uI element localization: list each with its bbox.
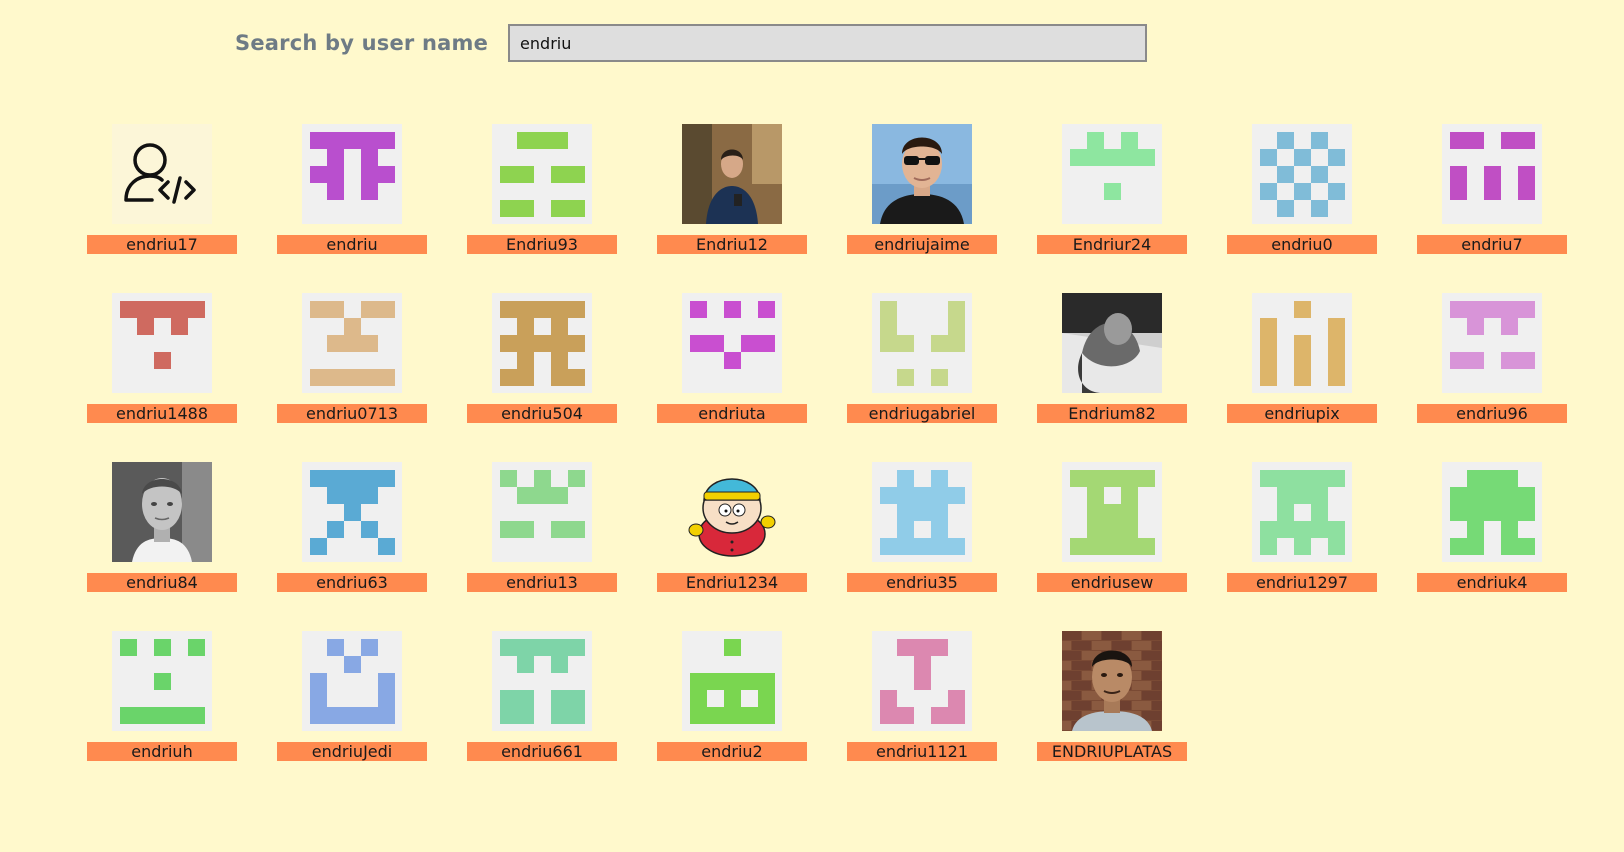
identicon-avatar[interactable] [492, 293, 592, 393]
user-card[interactable]: endriuh [87, 631, 237, 800]
user-name-label[interactable]: endriu2 [657, 742, 807, 761]
identicon-avatar[interactable] [492, 124, 592, 224]
identicon-avatar[interactable] [112, 293, 212, 393]
user-name-label[interactable]: Endriu1234 [657, 573, 807, 592]
identicon-avatar[interactable] [1442, 462, 1542, 562]
user-name-label[interactable]: endriu661 [467, 742, 617, 761]
user-name-label[interactable]: Endriur24 [1037, 235, 1187, 254]
user-card[interactable]: endriu1488 [87, 293, 237, 462]
user-name-label[interactable]: endriu1488 [87, 404, 237, 423]
user-card[interactable]: Endriur24 [1037, 124, 1187, 293]
user-card[interactable]: endriu0 [1227, 124, 1377, 293]
user-name-label[interactable]: endriu7 [1417, 235, 1567, 254]
user-code-icon[interactable] [112, 124, 212, 224]
photo-avatar[interactable] [872, 124, 972, 224]
user-name-label[interactable]: ENDRIUPLATAS [1037, 742, 1187, 761]
user-card[interactable]: endriu13 [467, 462, 617, 631]
user-card[interactable]: endriu0713 [277, 293, 427, 462]
user-name-label[interactable]: endriu17 [87, 235, 237, 254]
user-name-label[interactable]: endriu504 [467, 404, 617, 423]
user-name-label[interactable]: endriu0713 [277, 404, 427, 423]
user-name-label[interactable]: endriugabriel [847, 404, 997, 423]
identicon-avatar[interactable] [302, 124, 402, 224]
user-name-label[interactable]: endriuh [87, 742, 237, 761]
identicon-avatar[interactable] [1062, 124, 1162, 224]
user-card[interactable]: endriugabriel [847, 293, 997, 462]
user-name-label[interactable]: endriu35 [847, 573, 997, 592]
identicon-avatar[interactable] [302, 293, 402, 393]
user-name-label[interactable]: endriupix [1227, 404, 1377, 423]
user-name-label[interactable]: endriu84 [87, 573, 237, 592]
identicon-avatar[interactable] [872, 631, 972, 731]
user-grid: endriu17 endriu Endriu93 Endriu12 endriujaim… [87, 124, 1567, 800]
user-name-label[interactable]: endriu96 [1417, 404, 1567, 423]
search-label: Search by user name [235, 31, 489, 55]
user-card[interactable]: endriu7 [1417, 124, 1567, 293]
user-card[interactable]: endriu96 [1417, 293, 1567, 462]
identicon-avatar[interactable] [1062, 462, 1162, 562]
user-name-label[interactable]: endriu1297 [1227, 573, 1377, 592]
photo-avatar[interactable] [112, 462, 212, 562]
user-card[interactable]: endriusew [1037, 462, 1187, 631]
identicon-avatar[interactable] [872, 462, 972, 562]
user-name-label[interactable]: endriu1121 [847, 742, 997, 761]
identicon-avatar[interactable] [682, 631, 782, 731]
user-card[interactable]: endriuk4 [1417, 462, 1567, 631]
user-card[interactable]: Endriu93 [467, 124, 617, 293]
user-card[interactable]: endriuJedi [277, 631, 427, 800]
identicon-avatar[interactable] [1252, 462, 1352, 562]
user-card[interactable]: endriu63 [277, 462, 427, 631]
user-card[interactable]: endriu504 [467, 293, 617, 462]
photo-avatar[interactable] [1062, 293, 1162, 393]
user-card[interactable]: Endriu1234 [657, 462, 807, 631]
photo-avatar[interactable] [682, 124, 782, 224]
user-card[interactable]: endriu35 [847, 462, 997, 631]
identicon-avatar[interactable] [492, 462, 592, 562]
identicon-avatar[interactable] [1442, 293, 1542, 393]
user-card[interactable]: endriu84 [87, 462, 237, 631]
search-bar: Search by user name [235, 24, 1148, 62]
identicon-avatar[interactable] [492, 631, 592, 731]
user-name-label[interactable]: endriuJedi [277, 742, 427, 761]
search-input[interactable] [508, 24, 1148, 62]
user-name-label[interactable]: endriu13 [467, 573, 617, 592]
user-card[interactable]: endriu661 [467, 631, 617, 800]
user-name-label[interactable]: endriuk4 [1417, 573, 1567, 592]
user-name-label[interactable]: endriusew [1037, 573, 1187, 592]
cartoon-character-icon[interactable] [682, 462, 782, 562]
identicon-avatar[interactable] [112, 631, 212, 731]
user-name-label[interactable]: endriujaime [847, 235, 997, 254]
identicon-avatar[interactable] [682, 293, 782, 393]
user-name-label[interactable]: endriu0 [1227, 235, 1377, 254]
user-card[interactable]: Endrium82 [1037, 293, 1187, 462]
identicon-avatar[interactable] [302, 462, 402, 562]
user-name-label[interactable]: endriuta [657, 404, 807, 423]
identicon-avatar[interactable] [1442, 124, 1542, 224]
user-card[interactable]: endriu2 [657, 631, 807, 800]
user-name-label[interactable]: Endriu93 [467, 235, 617, 254]
identicon-avatar[interactable] [872, 293, 972, 393]
user-card[interactable]: endriupix [1227, 293, 1377, 462]
identicon-avatar[interactable] [1252, 124, 1352, 224]
identicon-avatar[interactable] [1252, 293, 1352, 393]
user-card[interactable]: endriu1121 [847, 631, 997, 800]
user-card[interactable]: endriu17 [87, 124, 237, 293]
user-name-label[interactable]: endriu [277, 235, 427, 254]
user-card[interactable]: endriu [277, 124, 427, 293]
user-card[interactable]: ENDRIUPLATAS [1037, 631, 1187, 800]
user-name-label[interactable]: Endrium82 [1037, 404, 1187, 423]
user-card[interactable]: endriujaime [847, 124, 997, 293]
user-card[interactable]: endriu1297 [1227, 462, 1377, 631]
user-card[interactable]: endriuta [657, 293, 807, 462]
user-name-label[interactable]: endriu63 [277, 573, 427, 592]
user-name-label[interactable]: Endriu12 [657, 235, 807, 254]
user-card[interactable]: Endriu12 [657, 124, 807, 293]
photo-avatar[interactable] [1062, 631, 1162, 731]
identicon-avatar[interactable] [302, 631, 402, 731]
